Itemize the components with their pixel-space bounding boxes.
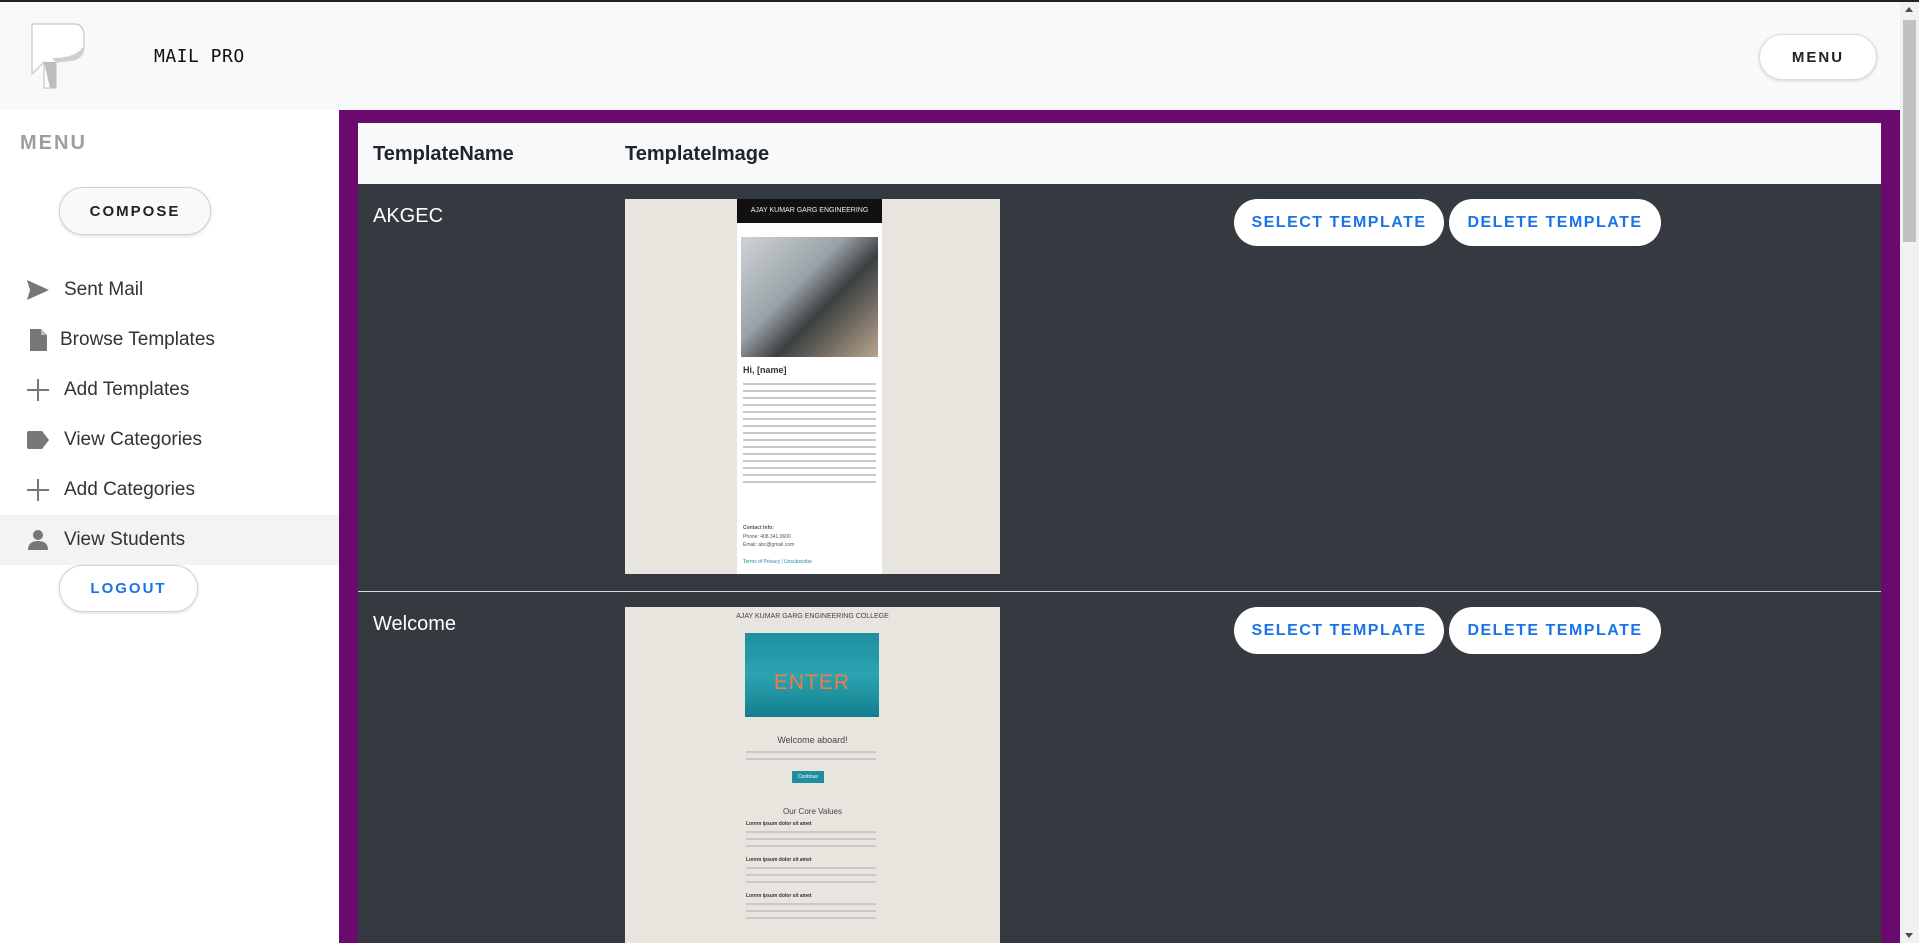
sidebar-item-add-categories[interactable]: Add Categories [0,465,339,515]
thumbnail-value-title: Lorem ipsum dolor sit amet [746,893,812,899]
logout-button[interactable]: LOGOUT [59,565,198,612]
thumbnail-footer: Terms of Privacy | Unsubscribe [743,559,812,565]
sidebar-item-view-students[interactable]: View Students [0,515,339,565]
templates-table: TemplateName TemplateImage AKGEC AJAY KU… [358,123,1881,943]
thumbnail-value-title: Lorem ipsum dolor sit amet [746,857,812,863]
delete-template-button[interactable]: DELETE TEMPLATE [1449,607,1661,654]
send-icon [26,278,50,302]
compose-button[interactable]: COMPOSE [59,187,211,235]
scroll-down-arrow-icon[interactable] [1905,933,1913,938]
sidebar-item-label: Add Categories [64,479,195,500]
plus-icon [26,478,50,502]
page-scrollbar[interactable] [1900,2,1919,943]
thumbnail-body-text [743,383,876,488]
table-header: TemplateName TemplateImage [358,123,1881,184]
sidebar-item-label: View Students [64,529,186,550]
select-template-button[interactable]: SELECT TEMPLATE [1234,607,1444,654]
top-navbar: MAIL PRO MENU [0,2,1900,110]
plus-icon [26,378,50,402]
app-logo[interactable] [30,22,86,90]
sidebar-item-sent-mail[interactable]: Sent Mail [0,265,339,315]
thumbnail-welcome: Welcome aboard! [777,735,848,745]
thumbnail-photo: ENTER [745,633,879,717]
thumbnail-value-text [746,867,876,888]
sidebar-heading: MENU [20,132,87,154]
sidebar-item-label: View Categories [64,429,203,450]
sidebar-item-label: Add Templates [64,379,190,400]
app-title: MAIL PRO [154,46,245,67]
thumbnail-value-title: Lorem ipsum dolor sit amet [746,821,812,827]
scrollbar-thumb[interactable] [1903,20,1916,242]
table-row: Welcome AJAY KUMAR GARG ENGINEERING COLL… [358,592,1881,943]
thumbnail-intro-text [746,751,876,765]
sidebar-item-label: Sent Mail [64,279,144,300]
thumbnail-contact: Contact Info: [743,525,774,531]
thumbnail-photo [741,237,878,357]
table-row: AKGEC AJAY KUMAR GARG ENGINEERING COLLEG… [358,184,1881,591]
thumbnail-value-text [746,831,876,852]
person-icon [26,528,50,552]
thumbnail-header: AJAY KUMAR GARG ENGINEERING COLLEGE [737,199,882,238]
select-template-button[interactable]: SELECT TEMPLATE [1234,199,1444,246]
thumbnail-header: AJAY KUMAR GARG ENGINEERING COLLEGE [736,613,889,620]
thumbnail-card: Hi, [name] Contact Info: Phone: 408.341.… [737,223,882,574]
sidebar-item-browse-templates[interactable]: Browse Templates [0,315,339,365]
label-icon [26,428,50,452]
scroll-up-arrow-icon[interactable] [1905,7,1913,12]
thumbnail-phone: Phone: 408.341.0600 [743,534,791,540]
sidebar: MENU COMPOSE Sent Mail Browse Templates … [0,110,339,943]
menu-button[interactable]: MENU [1759,34,1877,80]
template-image: AJAY KUMAR GARG ENGINEERING COLLEGE Hi, … [625,199,1000,574]
sidebar-item-label: Browse Templates [60,329,215,350]
thumbnail-value-text [746,903,876,924]
delete-template-button[interactable]: DELETE TEMPLATE [1449,199,1661,246]
thumbnail-email: Email: abc@gmail.com [743,542,795,548]
thumbnail-core-values: Our Core Values [783,807,842,816]
thumbnail-continue-button: Continue [792,771,824,783]
sidebar-item-add-templates[interactable]: Add Templates [0,365,339,415]
template-name: AKGEC [373,205,444,227]
main-content-frame: TemplateName TemplateImage AKGEC AJAY KU… [339,110,1900,943]
column-header-template-image: TemplateImage [625,143,770,165]
template-name: Welcome [373,613,456,635]
thumbnail-greeting: Hi, [name] [743,365,787,375]
template-image: AJAY KUMAR GARG ENGINEERING COLLEGE ENTE… [625,607,1000,943]
column-header-template-name: TemplateName [373,143,514,165]
sidebar-item-view-categories[interactable]: View Categories [0,415,339,465]
document-icon [26,328,50,352]
